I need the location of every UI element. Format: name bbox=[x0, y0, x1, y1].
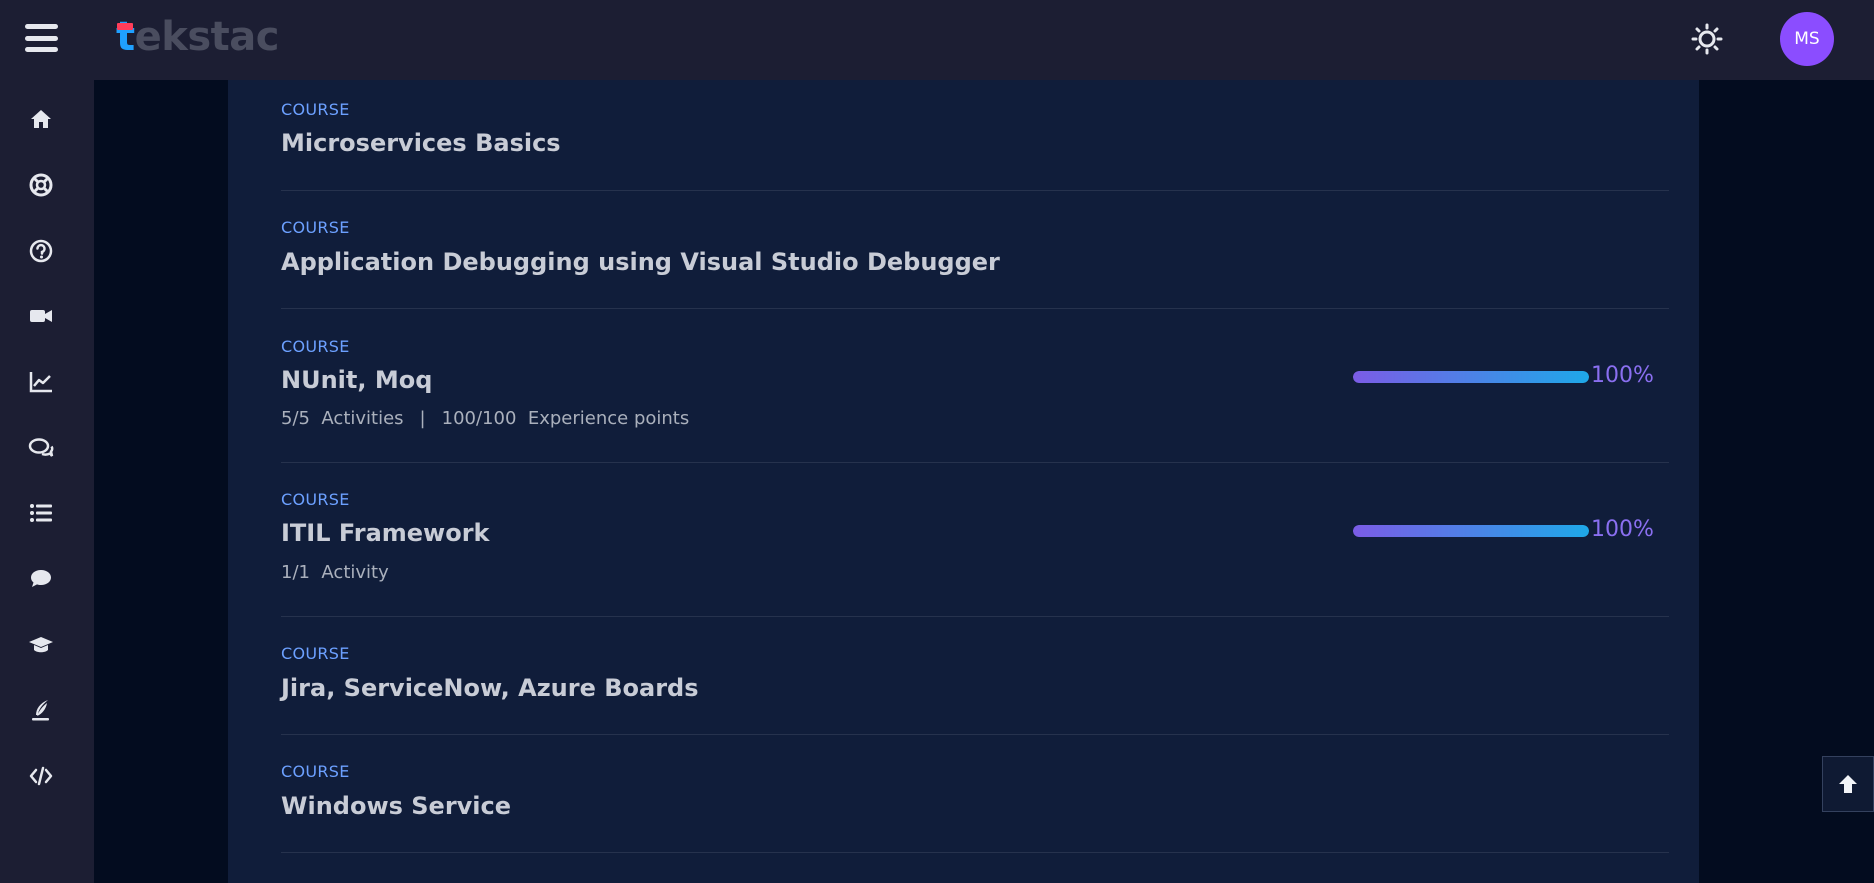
chat-bubbles-icon[interactable] bbox=[27, 434, 55, 462]
progress-bar bbox=[1353, 371, 1589, 383]
graduation-cap-icon[interactable] bbox=[27, 631, 55, 659]
course-title[interactable]: Windows Service bbox=[281, 792, 511, 820]
avatar[interactable]: MS bbox=[1780, 12, 1834, 66]
list-item[interactable]: COURSE ITIL Framework 1/1 Activity 100% bbox=[281, 463, 1669, 617]
hamburger-menu-icon[interactable] bbox=[25, 24, 58, 52]
course-type-label: COURSE bbox=[281, 337, 350, 356]
home-icon[interactable] bbox=[27, 105, 55, 133]
course-stats: 1/1 Activity bbox=[281, 562, 389, 583]
course-type-label: COURSE bbox=[281, 644, 350, 663]
sun-icon[interactable] bbox=[1690, 22, 1724, 56]
activities-count: 5/5 bbox=[281, 408, 310, 429]
sidebar bbox=[0, 80, 94, 883]
list-item[interactable]: COURSE Windows Service bbox=[281, 735, 1669, 853]
top-bar: tekstac MS bbox=[0, 0, 1874, 80]
progress-percent: 100% bbox=[1591, 363, 1654, 388]
activities-label: Activities bbox=[321, 408, 404, 429]
line-chart-icon[interactable] bbox=[27, 368, 55, 396]
logo[interactable]: tekstac bbox=[116, 14, 280, 60]
progress-fill bbox=[1353, 525, 1589, 537]
video-camera-icon[interactable] bbox=[27, 302, 55, 330]
course-type-label: COURSE bbox=[281, 490, 350, 509]
course-list: COURSE Microservices Basics COURSE Appli… bbox=[228, 80, 1699, 883]
list-item[interactable]: COURSE NUnit, Moq 5/5 Activities | 100/100… bbox=[281, 309, 1669, 463]
course-stats: 5/5 Activities | 100/100 Experience points bbox=[281, 408, 689, 429]
points-count: 100/100 bbox=[441, 408, 517, 429]
code-icon[interactable] bbox=[27, 762, 55, 790]
course-title[interactable]: ITIL Framework bbox=[281, 519, 490, 547]
course-type-label: COURSE bbox=[281, 218, 350, 237]
course-type-label: COURSE bbox=[281, 762, 350, 781]
course-title[interactable]: Application Debugging using Visual Studi… bbox=[281, 248, 1000, 276]
course-title[interactable]: NUnit, Moq bbox=[281, 366, 432, 394]
scroll-to-top-button[interactable] bbox=[1822, 756, 1874, 812]
list-item[interactable]: COURSE Microservices Basics bbox=[281, 80, 1669, 191]
list-icon[interactable] bbox=[27, 499, 55, 527]
stats-separator: | bbox=[419, 408, 426, 429]
help-circle-icon[interactable] bbox=[27, 237, 55, 265]
arrow-up-icon bbox=[1839, 775, 1857, 793]
progress-fill bbox=[1353, 371, 1589, 383]
comment-icon[interactable] bbox=[27, 565, 55, 593]
points-label: Experience points bbox=[527, 408, 690, 429]
progress-bar bbox=[1353, 525, 1589, 537]
list-item[interactable]: COURSE Application Debugging using Visua… bbox=[281, 191, 1669, 309]
activities-label: Activity bbox=[321, 562, 389, 583]
lifebuoy-icon[interactable] bbox=[27, 171, 55, 199]
logo-text: ekstac bbox=[134, 14, 280, 60]
activities-count: 1/1 bbox=[281, 562, 310, 583]
course-type-label: COURSE bbox=[281, 100, 350, 119]
quill-icon[interactable] bbox=[27, 696, 55, 724]
course-title[interactable]: Microservices Basics bbox=[281, 129, 561, 157]
list-item[interactable]: COURSE Jira, ServiceNow, Azure Boards bbox=[281, 617, 1669, 735]
progress-percent: 100% bbox=[1591, 517, 1654, 542]
course-title[interactable]: Jira, ServiceNow, Azure Boards bbox=[281, 674, 699, 702]
